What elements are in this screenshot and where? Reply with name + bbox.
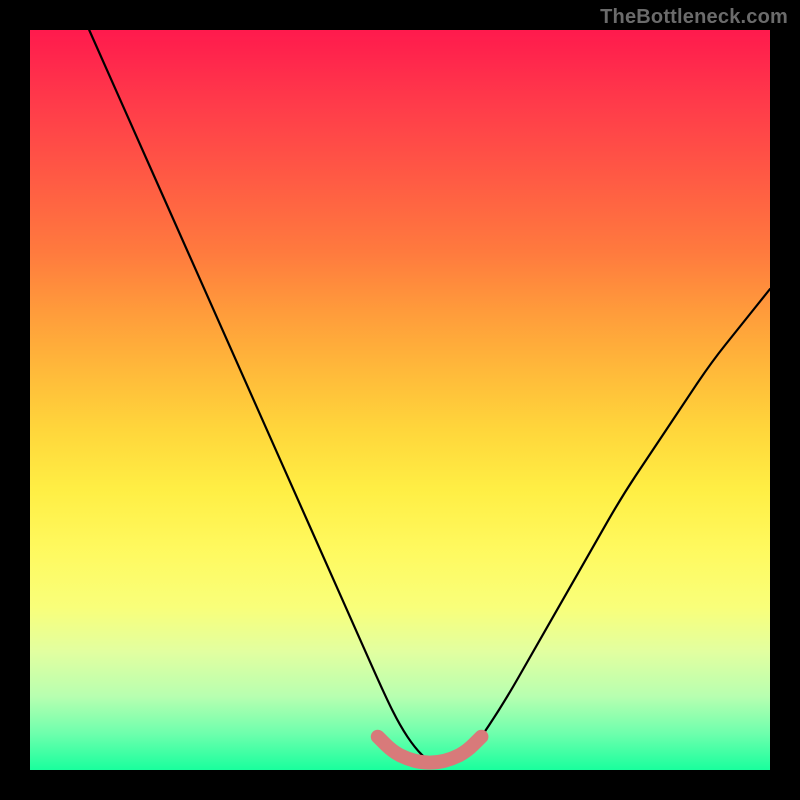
watermark-text: TheBottleneck.com — [600, 6, 788, 29]
bottleneck-curve — [89, 30, 770, 763]
optimal-zone-marker — [378, 737, 482, 763]
plot-area — [30, 30, 770, 770]
chart-svg — [30, 30, 770, 770]
chart-frame: TheBottleneck.com — [0, 0, 800, 800]
